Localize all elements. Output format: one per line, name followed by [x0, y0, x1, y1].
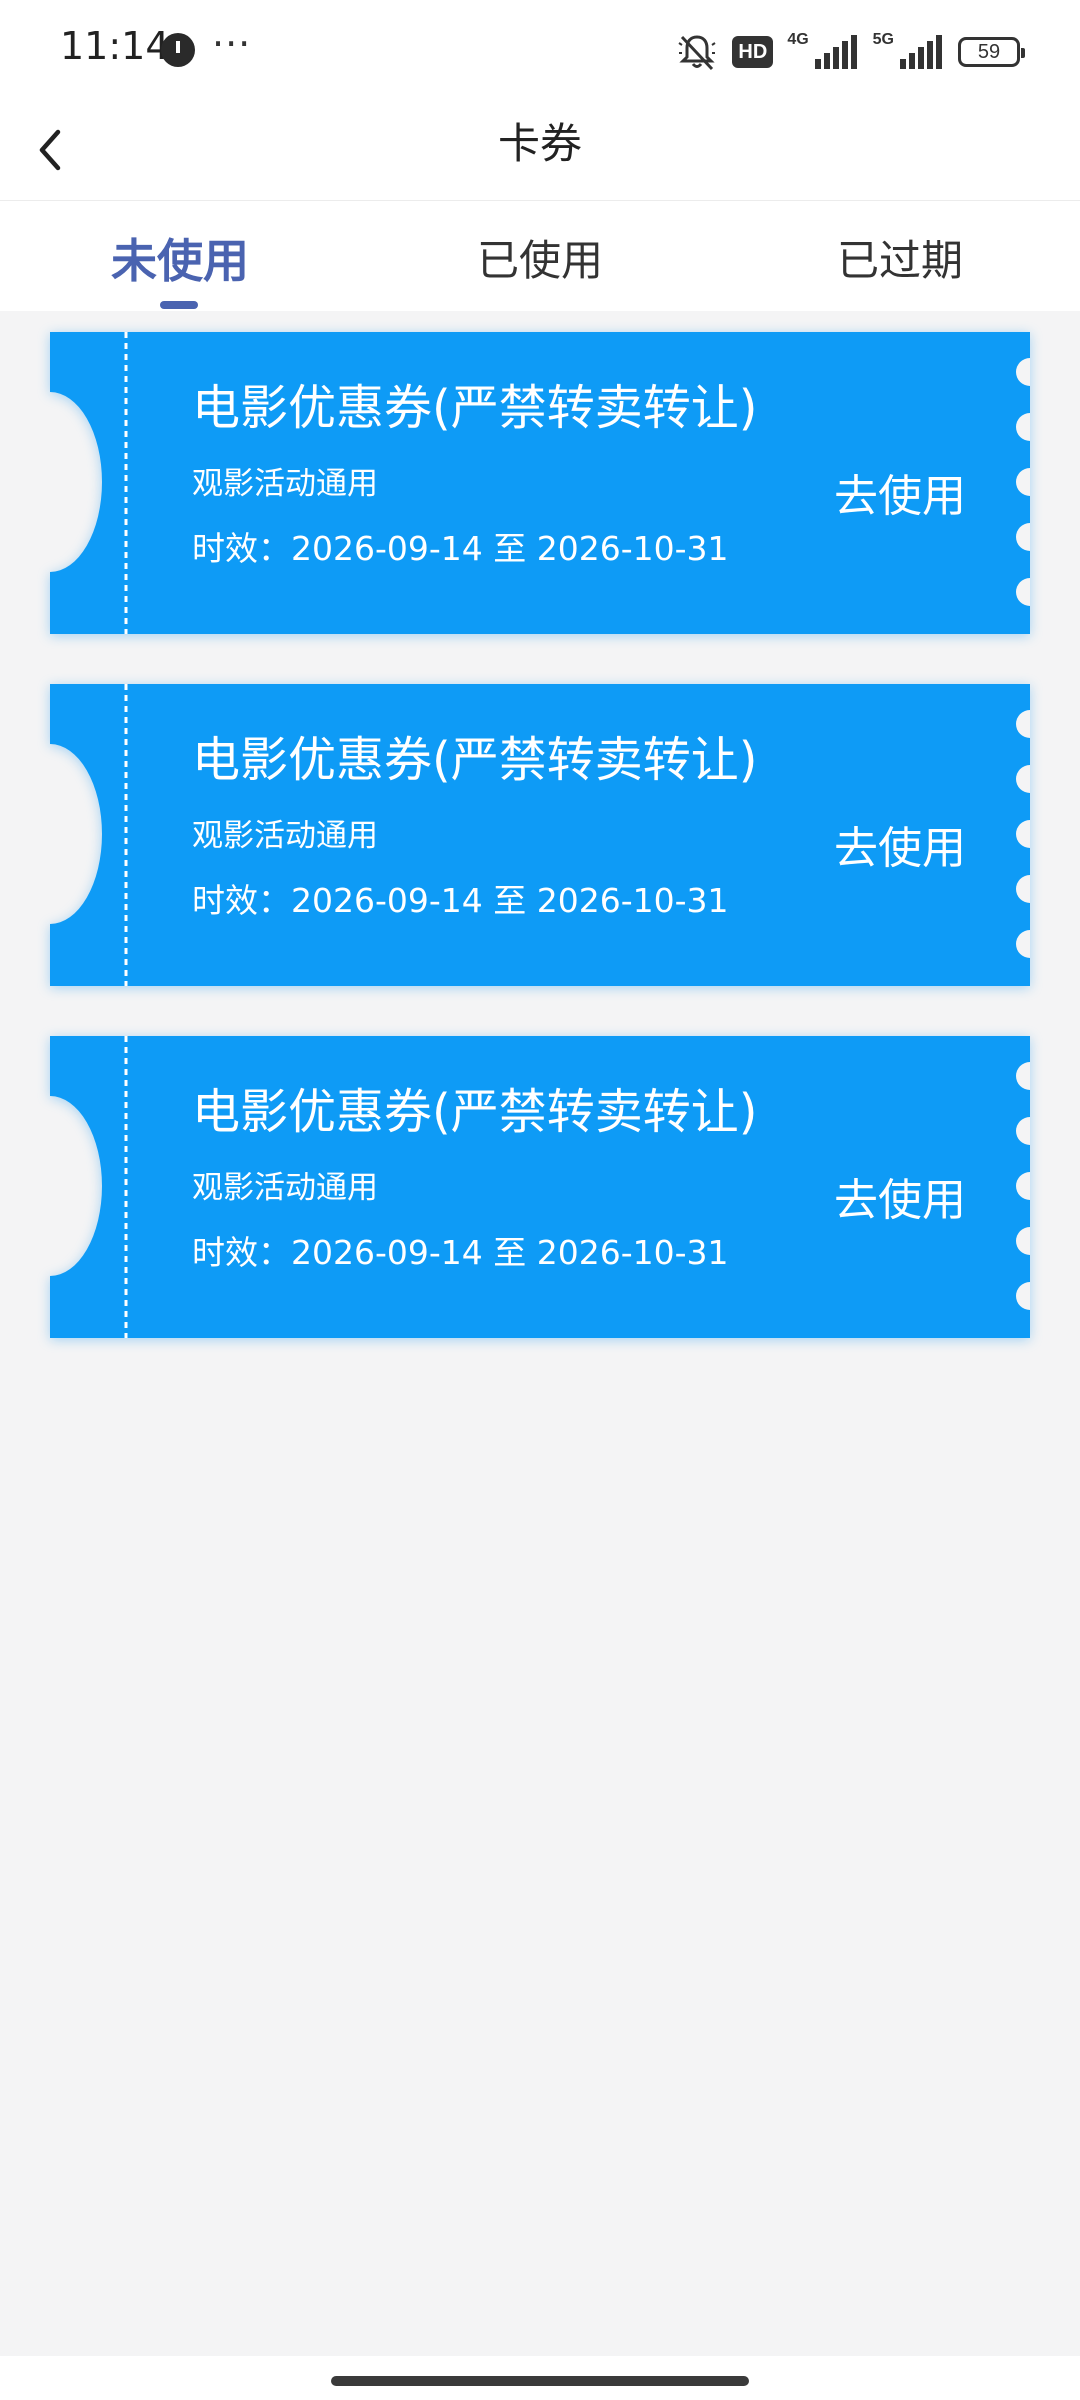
active-tab-indicator	[160, 301, 198, 309]
home-indicator[interactable]	[331, 2376, 749, 2386]
coupon-description: 观影活动通用	[192, 1170, 378, 1206]
coupon-validity: 时效：2026-09-14 至 2026-10-31	[192, 1233, 729, 1272]
app-notification-icon	[161, 33, 195, 67]
coupon-title: 电影优惠券(严禁转卖转让)	[192, 732, 758, 788]
coupon-title: 电影优惠券(严禁转卖转让)	[192, 380, 758, 436]
coupon-description: 观影活动通用	[192, 466, 378, 502]
coupon-validity: 时效：2026-09-14 至 2026-10-31	[192, 529, 729, 568]
mute-bell-icon	[678, 35, 716, 71]
status-icons: HD 4G 5G 59	[676, 30, 1025, 74]
tab-used[interactable]: 已使用	[440, 227, 640, 288]
network-5g-label: 5G	[872, 31, 894, 48]
status-time: 11:14	[60, 24, 170, 68]
gesture-bar	[0, 2356, 1080, 2400]
signal-5g-icon	[900, 35, 942, 69]
coupon-card: 电影优惠券(严禁转卖转让) 观影活动通用 时效：2026-09-14 至 202…	[50, 332, 1030, 634]
hd-voice-icon: HD	[732, 36, 774, 68]
coupon-card: 电影优惠券(严禁转卖转让) 观影活动通用 时效：2026-09-14 至 202…	[50, 1036, 1030, 1338]
status-bar: 11:14 ··· HD 4G 5G 59	[0, 0, 1080, 100]
more-notifications-icon: ···	[212, 22, 252, 66]
coupon-card: 电影优惠券(严禁转卖转让) 观影活动通用 时效：2026-09-14 至 202…	[50, 684, 1030, 986]
battery-level: 59	[977, 40, 1001, 63]
coupon-validity: 时效：2026-09-14 至 2026-10-31	[192, 881, 729, 920]
signal-4g-icon	[814, 35, 857, 69]
use-coupon-button[interactable]: 去使用	[834, 460, 966, 524]
battery-icon: 59	[958, 37, 1025, 67]
tab-expired[interactable]: 已过期	[800, 227, 1000, 288]
tab-bar: 未使用 已使用 已过期	[0, 201, 1080, 311]
page-title: 卡券	[497, 119, 582, 168]
coupon-description: 观影活动通用	[192, 818, 378, 854]
use-coupon-button[interactable]: 去使用	[834, 812, 966, 876]
network-4g-label: 4G	[787, 31, 809, 48]
use-coupon-button[interactable]: 去使用	[834, 1164, 966, 1228]
coupon-title: 电影优惠券(严禁转卖转让)	[192, 1084, 758, 1140]
tab-unused[interactable]: 未使用	[80, 225, 280, 291]
